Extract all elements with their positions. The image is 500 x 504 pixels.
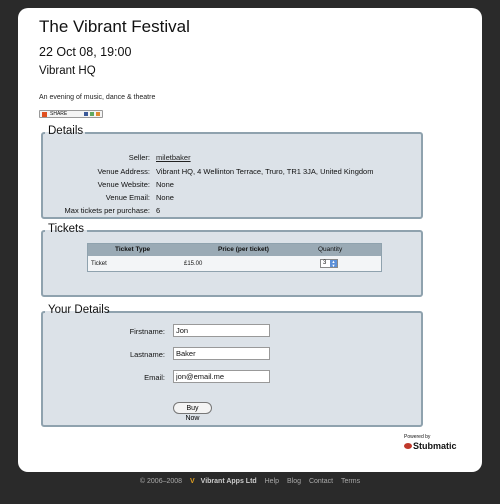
stubmatic-name: Stubmatic [413, 441, 457, 451]
your-details-panel: Your Details Firstname: Lastname: Email:… [41, 304, 423, 427]
footer-copyright: © 2006–2008 [139, 478, 183, 485]
buy-now-button[interactable]: Buy Now [173, 402, 212, 422]
table-header: Ticket Type Price (per ticket) Quantity [88, 244, 381, 256]
ticket-price: £15.00 [184, 261, 203, 267]
social-icon-2 [90, 112, 94, 116]
quantity-select[interactable]: 3 ▲ ▼ [320, 259, 338, 268]
stubmatic-logo[interactable]: Stubmatic [404, 441, 457, 451]
share-button[interactable]: SHARE [39, 110, 103, 118]
firstname-input[interactable] [173, 324, 270, 337]
detail-value: 6 [156, 206, 161, 215]
footer-link-blog[interactable]: Blog [287, 478, 301, 485]
details-legend: Details [48, 125, 84, 137]
detail-label: Venue Address: [97, 167, 150, 176]
quantity-value: 3 [323, 260, 327, 266]
column-header-price: Price (per ticket) [218, 246, 269, 253]
social-icon-1 [84, 112, 88, 116]
social-icons [84, 112, 100, 116]
footer-company: Vibrant Apps Ltd [200, 478, 257, 485]
ticket-type: Ticket [91, 261, 107, 267]
detail-label: Venue Website: [97, 180, 150, 189]
powered-by-text: Powered by [404, 434, 431, 440]
footer-link-contact[interactable]: Contact [309, 478, 333, 485]
detail-label: Venue Email: [105, 193, 150, 202]
column-header-quantity: Quantity [318, 246, 343, 253]
details-panel: Details Seller: miletbaker Venue Address… [41, 125, 423, 219]
event-venue: Vibrant HQ [39, 65, 96, 77]
event-datetime: 22 Oct 08, 19:00 [39, 45, 132, 59]
column-header-type: Ticket Type [115, 246, 151, 253]
share-plus-icon [42, 111, 47, 117]
event-description: An evening of music, dance & theatre [39, 94, 156, 101]
vibrant-logo-icon: V [190, 478, 195, 485]
detail-label: Max tickets per purchase: [64, 206, 150, 215]
tickets-table: Ticket Type Price (per ticket) Quantity … [87, 243, 382, 272]
stepper-arrows-icon: ▲ ▼ [330, 259, 337, 268]
email-input[interactable] [173, 370, 270, 383]
detail-value: None [156, 180, 174, 189]
detail-label: Seller: [128, 153, 150, 162]
firstname-label: Firstname: [129, 327, 165, 336]
footer: © 2006–2008 V Vibrant Apps Ltd Help Blog … [0, 478, 500, 485]
social-icon-3 [96, 112, 100, 116]
detail-value: Vibrant HQ, 4 Wellinton Terrace, Truro, … [156, 167, 374, 176]
share-label: SHARE [50, 111, 68, 117]
footer-link-help[interactable]: Help [265, 478, 279, 485]
stubmatic-logo-icon [404, 443, 412, 449]
lastname-input[interactable] [173, 347, 270, 360]
page-title: The Vibrant Festival [39, 17, 190, 36]
detail-value: None [156, 193, 174, 202]
your-details-legend: Your Details [48, 304, 110, 316]
email-label: Email: [144, 373, 165, 382]
lastname-label: Lastname: [129, 350, 165, 359]
seller-link[interactable]: miletbaker [156, 153, 191, 162]
tickets-panel: Tickets Ticket Type Price (per ticket) Q… [41, 223, 423, 297]
footer-link-terms[interactable]: Terms [341, 478, 360, 485]
tickets-legend: Tickets [48, 223, 84, 235]
